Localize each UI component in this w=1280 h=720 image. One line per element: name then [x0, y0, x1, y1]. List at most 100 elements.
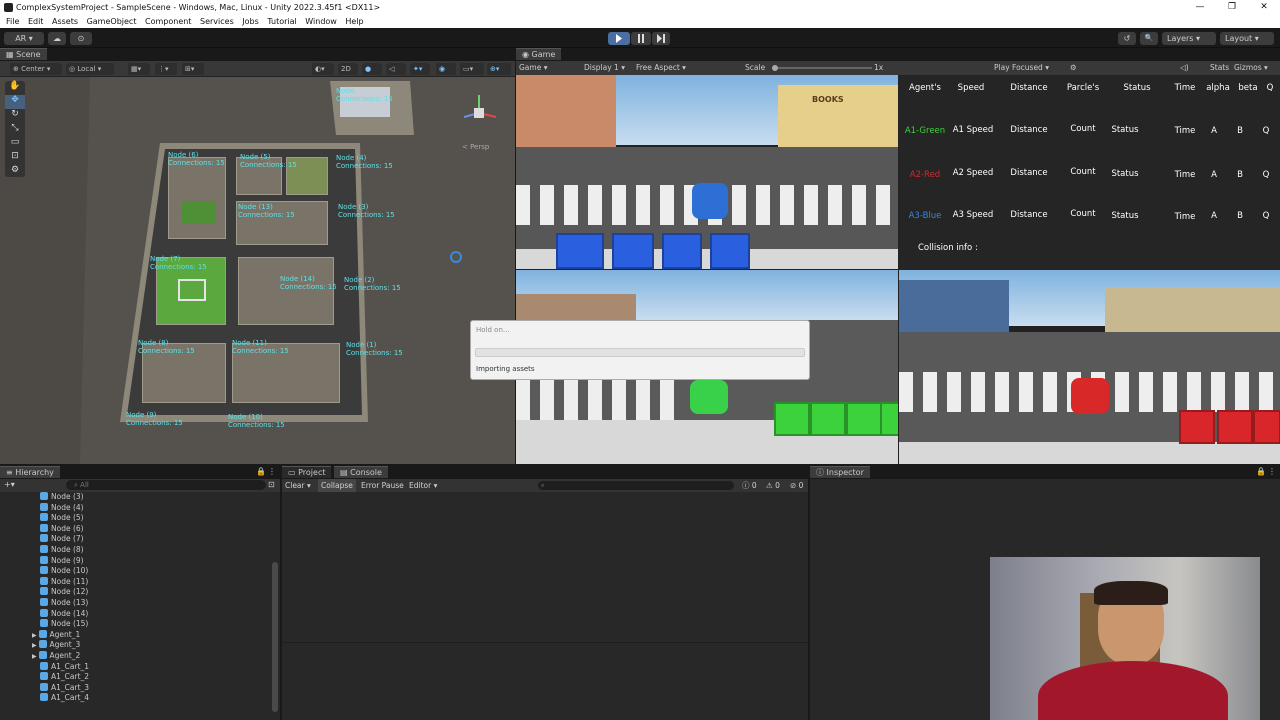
list-item[interactable]: Node (7) [0, 534, 270, 545]
play-button[interactable] [608, 32, 630, 45]
custom-tool-icon[interactable]: ⚙ [5, 165, 25, 179]
play-focused-dropdown[interactable]: Play Focused ▾ [994, 61, 1049, 75]
list-item[interactable]: A1_Cart_1 [0, 661, 270, 673]
inspector-more-icon[interactable]: ⋮ [1268, 466, 1276, 478]
layout-dropdown[interactable]: Layout ▾ [1220, 32, 1274, 45]
inspector-lock-icon[interactable]: 🔒 [1256, 466, 1266, 478]
menu-help[interactable]: Help [345, 15, 363, 28]
gizmos-button[interactable]: Gizmos ▾ [1234, 61, 1268, 75]
menu-file[interactable]: File [6, 15, 19, 28]
transform-tool-icon[interactable]: ⊡ [5, 151, 25, 165]
display-dropdown[interactable]: Display 1 ▾ [584, 61, 625, 75]
increment-snap-button[interactable]: ⋮▾ [155, 63, 177, 75]
list-item[interactable]: Node (8) [0, 545, 270, 556]
tab-console[interactable]: ▤ Console [334, 466, 388, 478]
audio-icon[interactable]: ◁ [386, 63, 406, 75]
collab-icon[interactable]: ⊙ [70, 32, 92, 45]
list-item[interactable]: ▶ Agent_2 [0, 651, 270, 662]
grid-snap-button[interactable]: ▦▾ [128, 63, 150, 75]
list-item[interactable]: Node (15) [0, 619, 270, 630]
minimize-button[interactable]: — [1184, 0, 1216, 15]
list-item[interactable]: Node (4) [0, 502, 270, 514]
orientation-gizmo-icon[interactable] [456, 89, 502, 139]
console-search-input[interactable]: ⌕ [538, 481, 734, 490]
error-count[interactable]: ⊘ 0 [790, 479, 803, 492]
list-item[interactable]: A1_Cart_3 [0, 682, 270, 694]
hidden-objects-icon[interactable]: ◉ [436, 63, 456, 75]
lock-icon[interactable]: 🔒 [256, 466, 266, 478]
list-item[interactable]: Node (5) [0, 513, 270, 524]
menu-edit[interactable]: Edit [28, 15, 44, 28]
tab-inspector[interactable]: ⓘ Inspector [810, 466, 870, 478]
layers-dropdown[interactable]: Layers ▾ [1162, 32, 1216, 45]
search-filter-icon[interactable]: ⊡ [268, 480, 275, 489]
list-item[interactable]: Node (10) [0, 566, 270, 577]
menu-window[interactable]: Window [305, 15, 337, 28]
pivot-dropdown[interactable]: ⊕ Center ▾ [10, 63, 62, 75]
hierarchy-search-input[interactable]: ⌕ All [66, 480, 266, 490]
hand-tool-icon[interactable]: ✋ [5, 81, 25, 95]
game-view-dropdown[interactable]: Game ▾ [519, 61, 547, 75]
menu-jobs[interactable]: Jobs [242, 15, 259, 28]
scale-tool-icon[interactable]: ⤡ [5, 123, 25, 137]
history-icon[interactable]: ↺ [1118, 32, 1136, 45]
hierarchy-scrollbar[interactable] [272, 562, 278, 712]
stats-button[interactable]: Stats [1210, 61, 1229, 75]
info-count[interactable]: ⓘ 0 [742, 479, 757, 492]
more-options-icon[interactable]: ⋮ [268, 466, 276, 478]
search-icon[interactable]: 🔍 [1140, 32, 1158, 45]
list-item[interactable]: ▶ Agent_3 [0, 640, 270, 651]
close-button[interactable]: ✕ [1248, 0, 1280, 15]
gizmos-icon[interactable]: ⊕▾ [487, 63, 511, 75]
step-button[interactable] [652, 32, 670, 45]
account-button[interactable]: AR ▾ [4, 32, 44, 45]
list-item[interactable]: Node (6) [0, 523, 270, 535]
aspect-dropdown[interactable]: Free Aspect ▾ [636, 61, 686, 75]
cloud-icon[interactable]: ☁ [48, 32, 66, 45]
settings-gear-icon[interactable]: ⚙ [1070, 61, 1077, 75]
scene-viewport[interactable]: Node Connections: 15 Node (4) Connections:… [0, 77, 515, 464]
mute-audio-icon[interactable]: ◁) [1180, 61, 1189, 75]
list-item[interactable]: A1_Cart_2 [0, 672, 270, 683]
expand-arrow-icon[interactable]: ▶ [32, 632, 39, 639]
lighting-icon[interactable]: ● [362, 63, 382, 75]
scale-slider-handle[interactable] [772, 65, 778, 71]
menu-component[interactable]: Component [145, 15, 191, 28]
move-tool-icon[interactable]: ✥ [5, 95, 25, 109]
tab-game[interactable]: ◉ Game [516, 48, 562, 60]
snap-settings-button[interactable]: ⊞▾ [182, 63, 204, 75]
menu-gameobject[interactable]: GameObject [87, 15, 137, 28]
tab-scene[interactable]: ▦ Scene [0, 48, 47, 60]
mode-2d-button[interactable]: 2D [338, 63, 358, 75]
list-item[interactable]: Node (13) [0, 598, 270, 609]
camera-icon[interactable]: ▭▾ [460, 63, 484, 75]
menu-assets[interactable]: Assets [52, 15, 78, 28]
list-item[interactable]: Node (3) [0, 492, 270, 503]
tab-hierarchy[interactable]: ≡ Hierarchy [0, 466, 60, 478]
clear-dropdown[interactable]: Clear ▾ [285, 479, 311, 492]
effects-icon[interactable]: ✦▾ [410, 63, 430, 75]
list-item[interactable]: A1_Cart_4 [0, 693, 270, 704]
menu-tutorial[interactable]: Tutorial [267, 15, 296, 28]
expand-arrow-icon[interactable]: ▶ [32, 642, 39, 649]
scale-slider[interactable] [772, 65, 872, 71]
tab-project[interactable]: ▭ Project [282, 466, 332, 478]
list-item[interactable]: Node (14) [0, 608, 270, 620]
space-dropdown[interactable]: ◎ Local ▾ [66, 63, 114, 75]
expand-arrow-icon[interactable]: ▶ [32, 653, 39, 660]
rect-tool-icon[interactable]: ▭ [5, 137, 25, 151]
error-pause-toggle[interactable]: Error Pause [361, 479, 404, 492]
list-item[interactable]: Node (11) [0, 576, 270, 588]
rotate-tool-icon[interactable]: ↻ [5, 109, 25, 123]
editor-dropdown[interactable]: Editor ▾ [409, 479, 437, 492]
pause-button[interactable] [631, 32, 651, 45]
list-item[interactable]: Node (9) [0, 555, 270, 567]
menu-services[interactable]: Services [200, 15, 234, 28]
list-item[interactable]: Node (12) [0, 587, 270, 598]
collapse-toggle[interactable]: Collapse [318, 479, 356, 492]
list-item[interactable]: ▶ Agent_1 [0, 629, 270, 641]
add-object-button[interactable]: +▾ [4, 480, 15, 489]
perspective-label[interactable]: < Persp [462, 143, 489, 151]
warning-count[interactable]: ⚠ 0 [766, 479, 780, 492]
maximize-button[interactable]: ❐ [1216, 0, 1248, 15]
